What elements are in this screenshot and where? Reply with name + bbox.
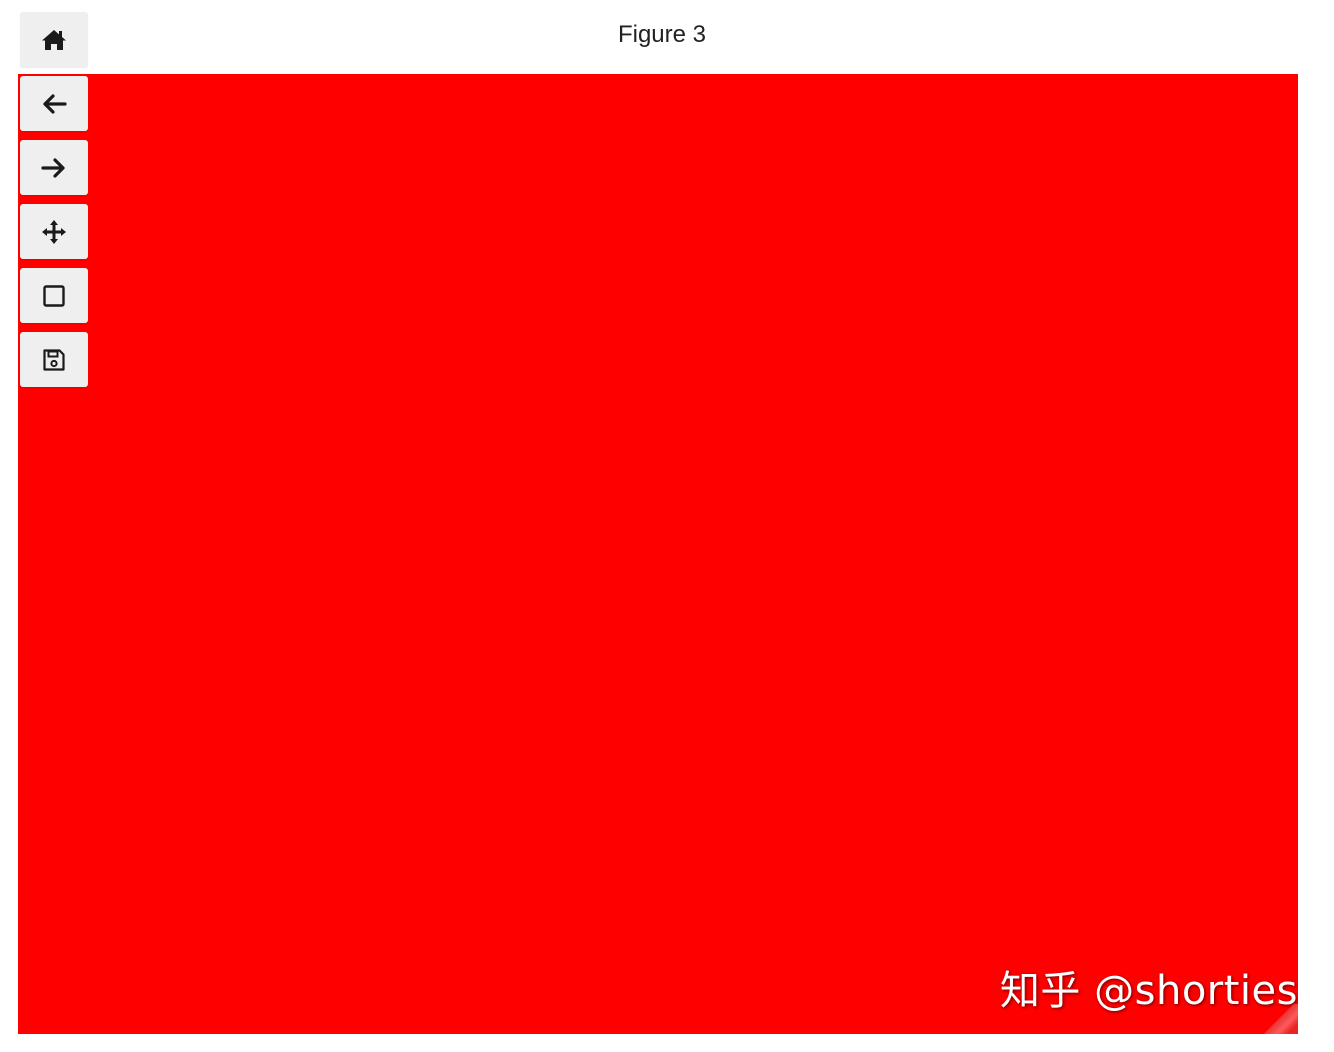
zoom-rect-button[interactable] xyxy=(20,268,88,323)
watermark-text: 知乎 @shorties xyxy=(999,968,1298,1014)
resize-grip[interactable] xyxy=(1258,1004,1298,1034)
square-icon xyxy=(43,284,65,307)
figure-canvas[interactable]: 知乎 @shorties xyxy=(18,74,1298,1034)
arrow-left-icon xyxy=(43,93,67,114)
save-button[interactable] xyxy=(20,332,88,387)
home-button[interactable] xyxy=(20,12,88,67)
figure-title: Figure 3 xyxy=(617,21,707,48)
forward-button[interactable] xyxy=(20,140,88,195)
floppy-disk-icon xyxy=(43,348,65,371)
figure-window: Figure 3 知乎 @shorties xyxy=(0,0,1334,1052)
pan-button[interactable] xyxy=(20,204,88,259)
home-icon xyxy=(42,29,66,50)
back-button[interactable] xyxy=(20,76,88,131)
move-arrows-icon xyxy=(42,219,66,244)
arrow-right-icon xyxy=(41,157,65,178)
